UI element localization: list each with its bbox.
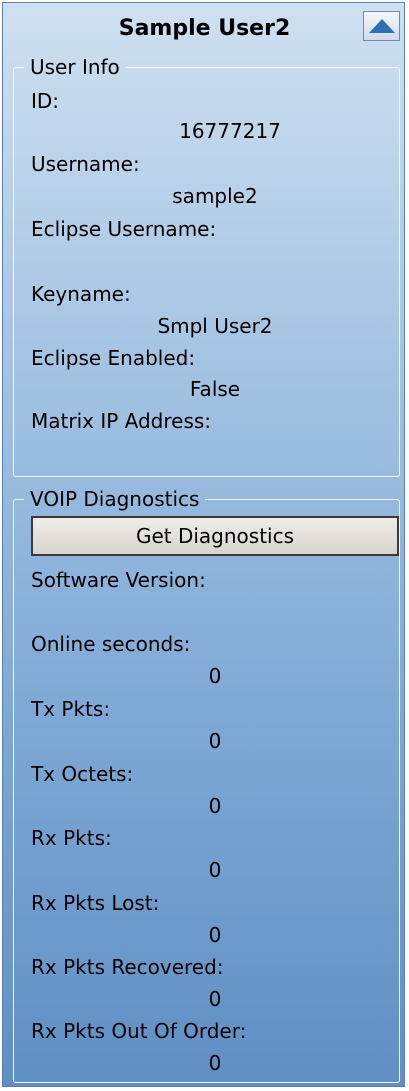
user-info-legend: User Info xyxy=(30,55,120,79)
eclipse-username-label: Eclipse Username: xyxy=(31,217,217,241)
matrix-ip-label: Matrix IP Address: xyxy=(31,409,212,433)
triangle-up-icon xyxy=(368,19,395,33)
online-seconds-value: 0 xyxy=(208,664,222,688)
username-label: Username: xyxy=(31,152,140,176)
rx-pkts-out-of-order-value: 0 xyxy=(208,1051,222,1075)
id-value: 16777217 xyxy=(179,119,281,143)
rx-pkts-value: 0 xyxy=(208,858,222,882)
tx-pkts-label: Tx Pkts: xyxy=(31,697,111,721)
rx-pkts-lost-value: 0 xyxy=(208,923,222,947)
keyname-value: Smpl User2 xyxy=(157,314,273,338)
tx-pkts-value: 0 xyxy=(208,729,222,753)
online-seconds-label: Online seconds: xyxy=(31,632,191,656)
rx-pkts-out-of-order-label: Rx Pkts Out Of Order: xyxy=(31,1019,247,1043)
rx-pkts-label: Rx Pkts: xyxy=(31,826,112,850)
software-version-label: Software Version: xyxy=(31,568,206,592)
tx-octets-value: 0 xyxy=(208,794,222,818)
username-value: sample2 xyxy=(172,184,258,208)
collapse-button[interactable] xyxy=(363,11,400,41)
rx-pkts-recovered-value: 0 xyxy=(208,987,222,1011)
eclipse-enabled-value: False xyxy=(189,377,241,401)
voip-diagnostics-legend: VOIP Diagnostics xyxy=(30,487,200,511)
keyname-label: Keyname: xyxy=(31,282,131,306)
rx-pkts-recovered-label: Rx Pkts Recovered: xyxy=(31,955,224,979)
get-diagnostics-button[interactable]: Get Diagnostics xyxy=(31,516,399,556)
panel-title: Sample User2 xyxy=(118,16,291,41)
id-label: ID: xyxy=(31,89,60,113)
eclipse-enabled-label: Eclipse Enabled: xyxy=(31,346,196,370)
tx-octets-label: Tx Octets: xyxy=(31,762,134,786)
rx-pkts-lost-label: Rx Pkts Lost: xyxy=(31,891,160,915)
